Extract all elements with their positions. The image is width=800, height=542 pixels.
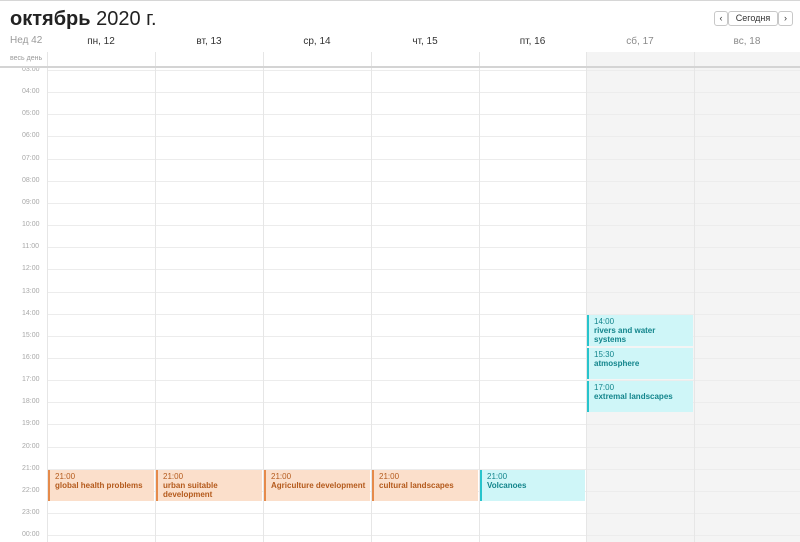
- hour-label: 17:00: [22, 376, 40, 383]
- hour-label: 06:00: [22, 132, 40, 139]
- calendar-event[interactable]: 21:00 Volcanoes: [480, 470, 585, 501]
- hour-gridline: [47, 114, 800, 115]
- hour-gridline: [47, 292, 800, 293]
- hour-gridline: [47, 181, 800, 182]
- day-header[interactable]: пн, 12: [47, 35, 155, 49]
- title-year: 2020 г.: [96, 8, 157, 30]
- event-title: urban suitable development: [163, 481, 218, 499]
- event-time: 21:00: [163, 472, 184, 481]
- hour-label: 07:00: [22, 155, 40, 162]
- hour-label: 12:00: [22, 265, 40, 272]
- event-time: 21:00: [55, 472, 76, 481]
- title-month: октябрь: [10, 8, 91, 30]
- day-column-divider: [47, 52, 48, 542]
- day-header[interactable]: пт, 16: [479, 35, 586, 49]
- event-time: 21:00: [379, 472, 400, 481]
- week-number: Нед 42: [10, 35, 43, 46]
- hour-label: 00:00: [22, 531, 40, 538]
- calendar-event[interactable]: 14:00 rivers and water systems: [587, 315, 693, 346]
- day-column-divider: [586, 52, 587, 542]
- hour-label: 08:00: [22, 177, 40, 184]
- hour-label: 15:00: [22, 332, 40, 339]
- event-title: extremal landscapes: [594, 392, 673, 401]
- hour-label: 18:00: [22, 398, 40, 405]
- all-day-label: весь день: [10, 55, 43, 62]
- hour-gridline: [47, 225, 800, 226]
- hour-label: 05:00: [22, 110, 40, 117]
- hour-gridline: [47, 247, 800, 248]
- event-time: 21:00: [487, 472, 508, 481]
- calendar-event[interactable]: 15:30 atmosphere: [587, 348, 693, 379]
- hour-gridline: [47, 269, 800, 270]
- hour-label: 22:00: [22, 487, 40, 494]
- event-title: atmosphere: [594, 359, 640, 368]
- day-header[interactable]: вт, 13: [155, 35, 263, 49]
- calendar-event[interactable]: 21:00 Agriculture development: [264, 470, 370, 501]
- day-header[interactable]: сб, 17: [586, 35, 694, 49]
- day-column-divider: [479, 52, 480, 542]
- top-border: [0, 0, 800, 1]
- hour-label: 04:00: [22, 88, 40, 95]
- hour-gridline: [47, 136, 800, 137]
- hour-gridline: [47, 447, 800, 448]
- hour-gridline: [47, 92, 800, 93]
- prev-week-button[interactable]: ‹: [714, 11, 728, 26]
- event-time: 17:00: [594, 383, 615, 392]
- today-button[interactable]: Сегодня: [728, 11, 778, 26]
- hour-label: 14:00: [22, 310, 40, 317]
- calendar-event[interactable]: 21:00 cultural landscapes: [372, 470, 478, 501]
- hour-gridline: [47, 424, 800, 425]
- event-title: cultural landscapes: [379, 481, 454, 490]
- day-column-divider: [263, 52, 264, 542]
- event-title: rivers and water systems: [594, 326, 656, 344]
- hour-label: 10:00: [22, 221, 40, 228]
- hour-label: 20:00: [22, 443, 40, 450]
- event-title: global health problems: [55, 481, 143, 490]
- hour-label: 11:00: [22, 243, 39, 250]
- hour-gridline: [47, 159, 800, 160]
- calendar-event[interactable]: 21:00 global health problems: [48, 470, 154, 501]
- day-column-divider: [155, 52, 156, 542]
- hour-label: 19:00: [22, 420, 40, 427]
- page-title: октябрь 2020 г.: [10, 6, 157, 32]
- hour-label: 16:00: [22, 354, 40, 361]
- hour-label: 21:00: [22, 465, 40, 472]
- event-title: Agriculture development: [271, 481, 366, 490]
- day-header[interactable]: ср, 14: [263, 35, 371, 49]
- hour-label: 13:00: [22, 288, 40, 295]
- hour-gridline: [47, 513, 800, 514]
- event-time: 14:00: [594, 317, 615, 326]
- hour-label: 09:00: [22, 199, 40, 206]
- hour-gridline: [47, 535, 800, 536]
- all-day-divider: [0, 66, 800, 68]
- day-column-divider: [371, 52, 372, 542]
- next-week-button[interactable]: ›: [778, 11, 793, 26]
- hour-gridline: [47, 203, 800, 204]
- hour-gridline: [47, 70, 800, 71]
- day-column-divider: [694, 52, 695, 542]
- day-header[interactable]: чт, 15: [371, 35, 479, 49]
- event-title: Volcanoes: [487, 481, 527, 490]
- event-time: 21:00: [271, 472, 292, 481]
- day-header[interactable]: вс, 18: [694, 35, 800, 49]
- hour-label: 23:00: [22, 509, 40, 516]
- event-time: 15:30: [594, 350, 615, 359]
- calendar-event[interactable]: 17:00 extremal landscapes: [587, 381, 693, 412]
- calendar-event[interactable]: 21:00 urban suitable development: [156, 470, 262, 501]
